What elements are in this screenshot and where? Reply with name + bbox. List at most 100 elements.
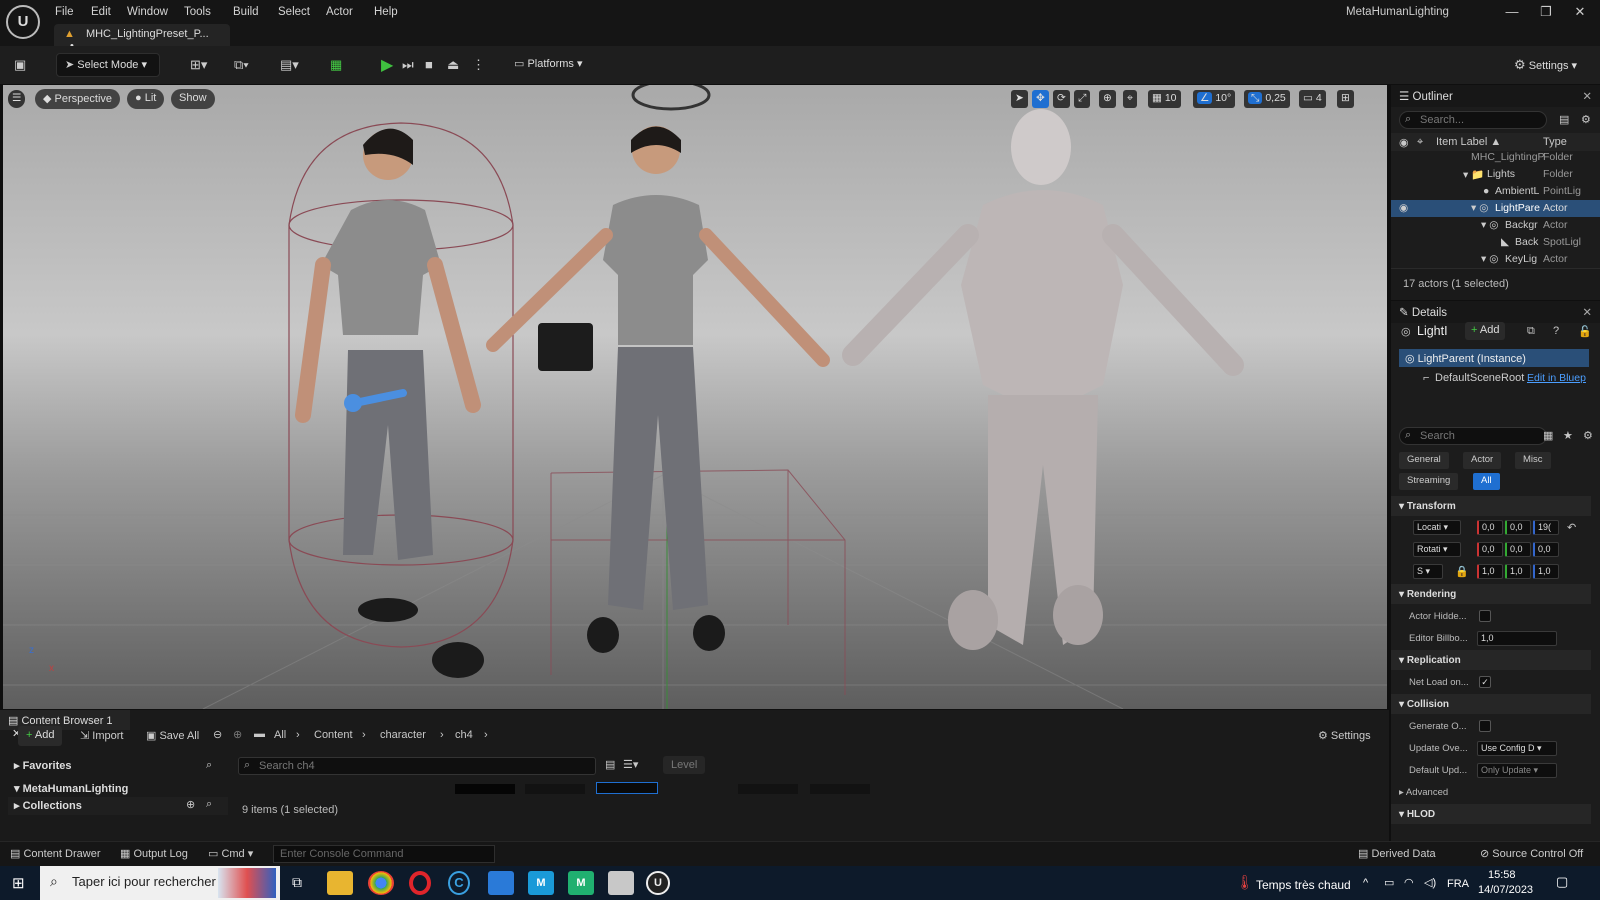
component-instance-row[interactable]: ◎ LightParent (Instance) [1399,349,1589,367]
default-scene-root[interactable]: DefaultSceneRoot [1435,372,1524,384]
search-icon[interactable]: ⌕ [206,759,212,772]
item-label-column[interactable]: Item Label ▲ [1436,136,1501,148]
select-tool-icon[interactable]: ➤ [1011,90,1028,108]
actor-hidden-checkbox[interactable] [1479,610,1491,622]
content-search-input[interactable]: Search ch4 [238,757,596,775]
level-filter-chip[interactable]: Level [663,756,706,774]
add-component-button[interactable]: + Add [1465,322,1506,340]
select-mode-dropdown[interactable]: ➤ Select Mode ▾ [56,53,160,77]
replication-section[interactable]: ▾ Replication [1391,650,1591,670]
app-icon[interactable] [608,871,634,895]
breadcrumb-all[interactable]: All [274,729,286,741]
console-input[interactable]: Enter Console Command [273,845,495,863]
reset-icon[interactable]: ↶ [1567,521,1576,534]
update-overlaps-dropdown[interactable]: Use Config D ▾ [1477,741,1557,756]
close-button[interactable]: ✕ [1564,4,1596,24]
rendering-section[interactable]: ▾ Rendering [1391,584,1591,604]
cinematics-icon[interactable]: ▤▾ [280,57,299,73]
outliner-row[interactable]: ▾ ◎ Backgr Actor [1391,217,1600,234]
default-update-dropdown[interactable]: Only Update ▾ [1477,763,1557,778]
edit-in-blueprint-link[interactable]: Edit in Bluep [1527,372,1586,384]
derived-data-button[interactable]: ▤ Derived Data [1358,847,1436,860]
advance-frame-icon[interactable]: ⏭ [402,57,414,73]
project-folder-header[interactable]: ▾ MetaHumanLighting [8,781,228,797]
menu-build[interactable]: Build [226,3,266,21]
taskbar-search-input[interactable]: ⌕ Taper ici pour rechercher [40,866,280,900]
outliner-search-input[interactable]: Search... [1399,111,1547,129]
metahuman-figure-center[interactable] [486,126,830,653]
perspective-button[interactable]: ◆ Perspective [35,89,121,109]
eject-icon[interactable]: ⏏ [447,57,459,73]
rotation-x[interactable]: 0,0 [1477,542,1503,557]
blueprint-icon[interactable]: ⧉▾ [234,57,249,73]
type-column[interactable]: Type [1543,136,1567,148]
scale-snap-toggle[interactable]: ⤡ 0,25 [1244,90,1290,108]
stop-icon[interactable]: ■ [425,57,433,72]
forward-icon[interactable]: ⊕ [233,728,242,741]
add-button[interactable]: + Add [18,726,63,746]
network-icon[interactable]: ▭ [1384,876,1394,889]
store-icon[interactable] [488,871,514,895]
mannequin-figure[interactable] [842,109,1244,650]
camera-speed-button[interactable]: ▭ 4 [1299,90,1326,108]
level-viewport[interactable]: ☰ ◆ Perspective ● Lit Show ➤ ✥ ⟳ ⤢ ⊕ ⌖ ▦… [3,85,1387,709]
star-icon[interactable]: ★ [1563,429,1573,442]
metahuman-figure-left[interactable] [295,128,484,678]
settings-dropdown[interactable]: ⚙ Settings ▾ [1506,53,1585,77]
asset-thumbnail[interactable] [738,784,798,794]
actor-name[interactable]: LightI [1417,324,1448,338]
language-indicator[interactable]: FRA [1447,878,1469,890]
translate-tool-icon[interactable]: ✥ [1032,90,1049,108]
billboard-scale-input[interactable]: 1,0 [1477,631,1557,646]
help-icon[interactable]: ? [1553,325,1559,337]
ccleaner-icon[interactable]: C [448,871,470,895]
search-icon[interactable]: ⌕ [206,798,212,811]
scale-dropdown[interactable]: S ▾ [1413,564,1443,579]
menu-window[interactable]: Window [120,3,175,21]
clock-time[interactable]: 15:58 [1488,869,1516,881]
menu-file[interactable]: File [48,3,81,21]
save-icon[interactable]: ▣ [14,57,26,73]
file-explorer-icon[interactable] [327,871,353,895]
filter-all[interactable]: All [1473,473,1500,490]
metahuman-creator-icon[interactable]: M [568,871,594,895]
unreal-engine-taskbar-icon[interactable]: U [646,871,670,895]
clock-date[interactable]: 14/07/2023 [1478,884,1533,896]
asset-thumbnail[interactable] [455,784,515,794]
details-search-input[interactable]: Search [1399,427,1547,445]
more-options-icon[interactable]: ⋮ [472,57,485,73]
rotation-snap-toggle[interactable]: ∠ 10° [1193,90,1236,108]
windows-start-icon[interactable]: ⊞ [12,874,25,892]
asset-thumbnail[interactable] [525,784,585,794]
location-x[interactable]: 0,0 [1477,520,1503,535]
favorites-header[interactable]: ▸ Favorites [8,756,228,776]
weather-text[interactable]: Temps très chaud [1256,878,1351,892]
chrome-icon[interactable] [368,871,394,895]
breadcrumb-character[interactable]: character [380,729,426,741]
task-view-icon[interactable]: ⧉ [292,874,302,891]
outliner-row-selected[interactable]: ◉ ▾ ◎ LightPare Actor [1391,200,1600,217]
asset-thumbnail-selected[interactable] [596,782,658,794]
outliner-row[interactable]: ▾ 📁 Lights Folder [1391,166,1600,183]
add-collection-icon[interactable]: ⊕ [186,798,195,811]
breadcrumb-content[interactable]: Content [314,729,353,741]
add-content-icon[interactable]: ⊞▾ [190,57,207,73]
save-all-button[interactable]: ▣ Save All [146,729,199,742]
filter-misc[interactable]: Misc [1515,452,1551,469]
gear-icon[interactable]: ⚙ [1581,113,1591,126]
menu-help[interactable]: Help [367,3,405,21]
unreal-logo-icon[interactable]: U [6,5,40,39]
filter-icon[interactable]: ☰▾ [623,758,638,771]
location-dropdown[interactable]: Locati ▾ [1413,520,1461,535]
content-settings-button[interactable]: ⚙ Settings [1318,729,1371,742]
outliner-row[interactable]: ▾ ◎ KeyLig Actor [1391,251,1600,268]
rotation-dropdown[interactable]: Rotati ▾ [1413,542,1461,557]
location-z[interactable]: 19( [1533,520,1559,535]
outliner-row[interactable]: MHC_LightingP Folder [1391,149,1600,166]
visibility-icon[interactable]: ◉ [1399,202,1408,214]
surface-snap-icon[interactable]: ⌖ [1123,90,1137,108]
outliner-row[interactable]: ◣ Back SpotLigl [1391,234,1600,251]
rotation-y[interactable]: 0,0 [1505,542,1531,557]
cmd-dropdown[interactable]: ▭ Cmd ▾ [208,847,253,860]
filter-streaming[interactable]: Streaming [1399,473,1459,490]
